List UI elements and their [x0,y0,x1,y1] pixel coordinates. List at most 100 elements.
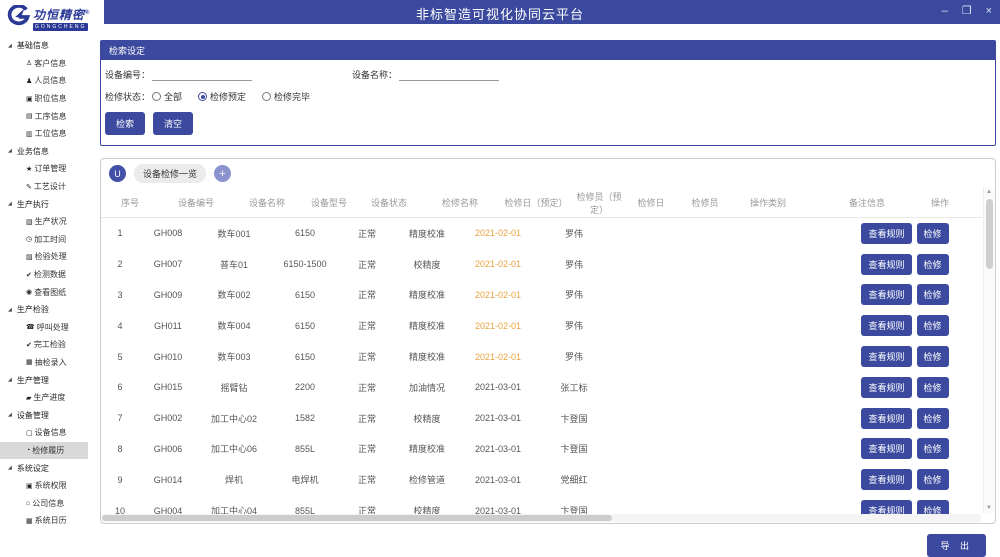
column-header: 操作 [931,196,949,209]
sidebar-item-order-management[interactable]: ★ 订单管理 [0,160,96,178]
sidebar-item-personnel-info[interactable]: ♟ 人员信息 [0,72,96,90]
radio-circle-icon [262,92,271,101]
vertical-scroll-thumb[interactable] [986,199,993,269]
horizontal-scroll-thumb[interactable] [102,515,612,521]
table-row: 7 GH002 加工中心02 1582 正常 校精度 2021-03-01 卞登… [101,403,982,434]
column-header: 检修名称 [421,196,499,209]
view-rules-button[interactable]: 查看规则 [861,254,911,275]
view-rules-button[interactable]: 查看规则 [861,346,911,367]
sidebar-item-customer-info[interactable]: ♙ 客户信息 [0,55,96,73]
maintenance-list-panel: U 设备检修一览 + 序号设备编号设备名称设备型号设备状态检修名称检修日（预定）… [100,158,996,524]
sidebar-group-production-management[interactable]: ◢ 生产管理 [0,371,96,389]
sidebar-item-label: 检验处理 [35,251,67,262]
sidebar-item-label: 呼叫处理 [37,322,69,333]
maintain-button[interactable]: 检修 [917,408,949,429]
home-icon: ⌂ [26,500,30,507]
view-rules-button[interactable]: 查看规则 [861,223,911,244]
sidebar-item-system-calendar[interactable]: ▦ 系统日历 [0,512,96,530]
column-header: 设备名称 [233,196,301,209]
sidebar-item-process-design[interactable]: ✎ 工艺设计 [0,178,96,196]
view-rules-button[interactable]: 查看规则 [861,377,911,398]
cell-no: 2 [101,259,139,269]
sidebar-group-equipment-management[interactable]: ◢ 设备管理 [0,406,96,424]
clear-button[interactable]: 清空 [153,112,193,135]
view-rules-button[interactable]: 查看规则 [861,438,911,459]
sidebar-item-sampling-entry[interactable]: ▦ 抽检录入 [0,354,96,372]
export-button[interactable]: 导 出 [927,534,986,557]
sidebar-item-completion-inspection[interactable]: ✔ 完工检验 [0,336,96,354]
maintain-button[interactable]: 检修 [917,346,949,367]
scroll-down-icon[interactable]: ▼ [984,503,994,513]
minimize-icon[interactable]: – [942,3,948,19]
column-header: 检修日（预定） [499,196,573,209]
cell-maint-name: 精度校准 [395,288,459,301]
view-rules-button[interactable]: 查看规则 [861,284,911,305]
maintain-button[interactable]: 检修 [917,469,949,490]
maintain-button[interactable]: 检修 [917,223,949,244]
vertical-scrollbar[interactable]: ▲ ▼ [983,187,994,513]
sidebar-group-business-info[interactable]: ◢ 业务信息 [0,143,96,161]
sidebar-item-call-handling[interactable]: ☎ 呼叫处理 [0,319,96,337]
column-header: 检修日 [625,196,677,209]
cell-model: 6150 [271,290,339,300]
sidebar-item-process-info[interactable]: ▤ 工序信息 [0,107,96,125]
table-row: 9 GH014 焊机 电焊机 正常 检修管道 2021-03-01 党细红 [101,464,982,495]
sidebar-item-inspection-data[interactable]: ✔ 检测数据 [0,266,96,284]
sidebar-group-production-inspection[interactable]: ◢ 生产检验 [0,301,96,319]
sidebar-item-production-progress[interactable]: ▰ 生产进度 [0,389,96,407]
sidebar-item-system-permissions[interactable]: ▣ 系统权限 [0,477,96,495]
shield-icon: ▣ [26,482,33,490]
restore-icon[interactable]: ❐ [962,3,972,19]
cell-actions: 查看规则 检修 [841,408,969,429]
sidebar-item-station-info[interactable]: ▥ 工位信息 [0,125,96,143]
sidebar-item-inspection-handling[interactable]: ▨ 检验处理 [0,248,96,266]
sidebar-group-production-execution[interactable]: ◢ 生产执行 [0,195,96,213]
radio-circle-icon [198,92,207,101]
cell-planned-person: 罗伟 [537,288,611,301]
horizontal-scrollbar[interactable] [102,514,981,522]
sidebar-group-system-settings[interactable]: ◢ 系统设定 [0,459,96,477]
close-icon[interactable]: × [986,3,992,19]
scroll-up-icon[interactable]: ▲ [984,187,994,197]
search-button[interactable]: 检索 [105,112,145,135]
radio-label: 检修预定 [210,90,246,103]
view-rules-button[interactable]: 查看规则 [861,408,911,429]
cell-actions: 查看规则 检修 [841,315,969,336]
cell-device-no: GH009 [139,290,197,300]
brand-latin: GONGCHENG [33,23,88,31]
sidebar-item-production-status[interactable]: ▧ 生产状况 [0,213,96,231]
maintain-button[interactable]: 检修 [917,254,949,275]
status-radio[interactable]: 检修预定 [198,90,246,103]
table-row: 3 GH009 数车002 6150 正常 精度校准 2021-02-01 罗伟 [101,280,982,311]
expand-triangle-icon: ◢ [8,465,12,471]
maintain-button[interactable]: 检修 [917,315,949,336]
cell-actions: 查看规则 检修 [841,254,969,275]
maintain-button[interactable]: 检修 [917,377,949,398]
view-rules-button[interactable]: 查看规则 [861,315,911,336]
cell-device-name: 数车002 [197,288,271,301]
cell-no: 9 [101,475,139,485]
sidebar-item-view-drawings[interactable]: ◉ 查看图纸 [0,283,96,301]
device-number-input[interactable] [152,69,252,81]
badge-icon: ▣ [26,95,33,103]
add-tab-button[interactable]: + [214,165,231,182]
sidebar-item-processing-time[interactable]: ◷ 加工时间 [0,231,96,249]
tab-equipment-maintenance-list[interactable]: 设备检修一览 [134,164,206,183]
status-radio[interactable]: 全部 [152,90,182,103]
maintain-button[interactable]: 检修 [917,284,949,305]
sidebar-item-label: 完工检验 [34,339,66,350]
sidebar-item-company-info[interactable]: ⌂ 公司信息 [0,494,96,512]
maintain-button[interactable]: 检修 [917,438,949,459]
company-logo: 功恒精密® GONGCHENG [0,0,104,37]
inspection-icon: ▨ [26,253,33,261]
sidebar-item-position-info[interactable]: ▣ 职位信息 [0,90,96,108]
device-name-input[interactable] [399,69,499,81]
view-rules-button[interactable]: 查看规则 [861,469,911,490]
status-radio[interactable]: 检修完毕 [262,90,310,103]
sidebar-item-equipment-info[interactable]: ▢ 设备信息 [0,424,96,442]
cell-planned-person: 罗伟 [537,227,611,240]
sidebar-item-maintenance-history[interactable]: ◔ 检修履历 [0,442,88,460]
cell-planned-person: 卞登国 [537,442,611,455]
sidebar-group-basic-info[interactable]: ◢ 基础信息 [0,37,96,55]
sidebar-item-label: 检修履历 [32,445,64,456]
